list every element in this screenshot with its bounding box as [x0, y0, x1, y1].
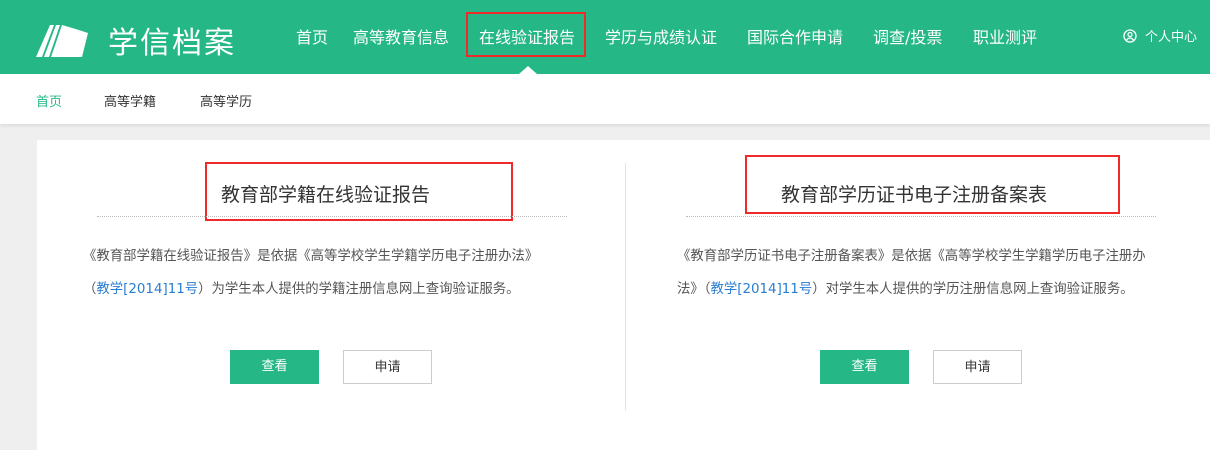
logo[interactable]: 学信档案	[36, 18, 236, 62]
divider	[97, 216, 567, 217]
highlight-box	[205, 162, 513, 221]
highlight-box	[745, 155, 1120, 214]
nav-career[interactable]: 职业测评	[973, 24, 1037, 48]
subnav-degree[interactable]: 高等学历	[200, 91, 252, 110]
breadcrumb-nav: 首页 高等学籍 高等学历	[0, 74, 1210, 124]
view-button[interactable]: 查看	[230, 350, 319, 384]
column-divider	[625, 163, 626, 410]
apply-button[interactable]: 申请	[933, 350, 1022, 384]
top-header: 学信档案 首页 高等教育信息 在线验证报告 学历与成绩认证 国际合作申请 调查/…	[0, 0, 1210, 74]
user-center-link[interactable]: 个人中心	[1123, 26, 1197, 45]
divider	[686, 216, 1156, 217]
highlight-box	[466, 12, 586, 57]
card-description: 《教育部学籍在线验证报告》是依据《高等学校学生学籍学历电子注册办法》（教学[20…	[83, 240, 551, 306]
regulation-link[interactable]: 教学[2014]11号	[96, 282, 198, 297]
subnav-home[interactable]: 首页	[36, 91, 62, 110]
subnav-student-status[interactable]: 高等学籍	[104, 91, 156, 110]
nav-home[interactable]: 首页	[296, 24, 328, 48]
card-description: 《教育部学历证书电子注册备案表》是依据《高等学校学生学籍学历电子注册办法》（教学…	[677, 240, 1161, 306]
active-caret	[519, 66, 537, 74]
nav-international[interactable]: 国际合作申请	[747, 24, 843, 48]
desc-text: ）对学生本人提供的学历注册信息网上查询验证服务。	[812, 282, 1134, 297]
view-button[interactable]: 查看	[820, 350, 909, 384]
user-icon	[1123, 28, 1137, 43]
desc-text: ）为学生本人提供的学籍注册信息网上查询验证服务。	[198, 282, 520, 297]
book-logo-icon	[36, 25, 88, 57]
nav-higher-education[interactable]: 高等教育信息	[353, 24, 449, 48]
user-center-label: 个人中心	[1145, 30, 1198, 45]
regulation-link[interactable]: 教学[2014]11号	[710, 282, 812, 297]
nav-degree-certification[interactable]: 学历与成绩认证	[605, 24, 717, 48]
logo-text: 学信档案	[108, 26, 236, 61]
apply-button[interactable]: 申请	[343, 350, 432, 384]
nav-survey[interactable]: 调查/投票	[873, 24, 942, 48]
